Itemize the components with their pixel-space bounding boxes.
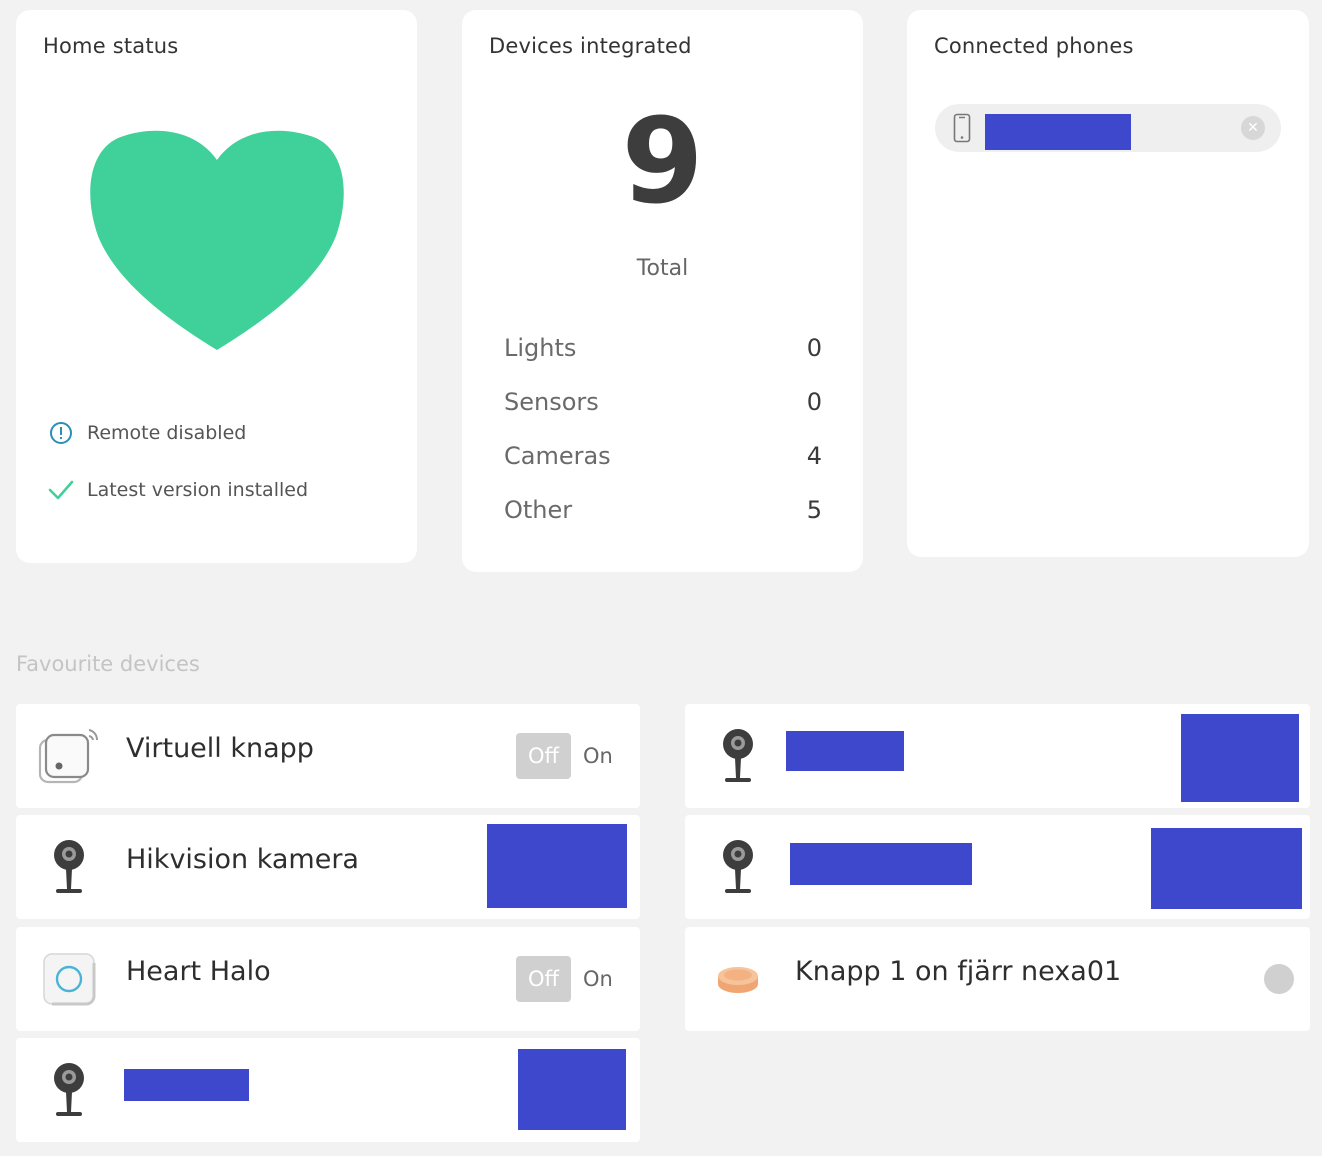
version-status-text: Latest version installed: [87, 479, 309, 501]
version-status: Latest version installed: [48, 477, 308, 503]
camera-icon: [705, 722, 771, 790]
devices-total-label: Total: [636, 256, 689, 281]
devices-total-count: 9: [621, 92, 704, 230]
remove-phone-button[interactable]: ✕: [1241, 116, 1265, 140]
connected-phones-title: Connected phones: [934, 34, 1134, 58]
smartphone-icon: [953, 113, 971, 147]
devices-integrated-title: Devices integrated: [489, 34, 692, 58]
redacted-device-name: [786, 731, 904, 771]
favourite-device-hikvision-kamera[interactable]: Hikvision kamera: [16, 815, 640, 919]
heart-icon: [90, 130, 344, 350]
remote-button-icon: [705, 945, 771, 1013]
on-toggle-button[interactable]: On: [583, 744, 613, 768]
redacted-camera-preview: [1181, 714, 1299, 802]
redacted-camera-preview: [1151, 828, 1302, 909]
device-name: Heart Halo: [126, 956, 271, 987]
count-label: Other: [504, 496, 573, 524]
virtual-button-icon: [36, 722, 102, 790]
redacted-device-name: [124, 1069, 249, 1101]
redacted-camera-preview: [487, 824, 627, 908]
count-label: Lights: [504, 334, 577, 362]
favourite-device-knapp-1[interactable]: Knapp 1 on fjärr nexa01: [685, 927, 1310, 1031]
off-toggle-button[interactable]: Off: [516, 733, 571, 779]
count-value: 4: [806, 442, 822, 470]
count-value: 0: [806, 388, 822, 416]
favourite-device-virtuell-knapp[interactable]: Virtuell knapp Off On: [16, 704, 640, 808]
count-row-cameras: Cameras 4: [504, 442, 822, 470]
redacted-device-name: [790, 843, 972, 885]
count-value: 0: [806, 334, 822, 362]
home-status-title: Home status: [43, 34, 179, 58]
count-row-lights: Lights 0: [504, 334, 822, 362]
on-toggle-button[interactable]: On: [583, 967, 613, 991]
favourite-device-camera[interactable]: [685, 704, 1310, 808]
check-icon: [48, 477, 74, 503]
device-name: Virtuell knapp: [126, 733, 314, 764]
count-row-other: Other 5: [504, 496, 822, 524]
favourite-device-camera[interactable]: [16, 1038, 640, 1142]
device-name: Knapp 1 on fjärr nexa01: [795, 956, 1122, 987]
redacted-camera-preview: [518, 1049, 626, 1130]
home-status-card: Home status Remote disabled Latest versi…: [16, 10, 417, 563]
remote-status-text: Remote disabled: [87, 422, 247, 444]
count-label: Cameras: [504, 442, 611, 470]
favourite-device-heart-halo[interactable]: Heart Halo Off On: [16, 927, 640, 1031]
device-name: Hikvision kamera: [126, 844, 359, 875]
off-toggle-button[interactable]: Off: [516, 956, 571, 1002]
devices-integrated-card: Devices integrated 9 Total Lights 0 Sens…: [462, 10, 863, 572]
info-circle-icon: [48, 420, 74, 446]
favourite-devices-title: Favourite devices: [16, 652, 200, 676]
count-value: 5: [806, 496, 822, 524]
connected-phones-card: Connected phones ✕: [907, 10, 1309, 557]
camera-icon: [36, 1056, 102, 1124]
connected-phone-item[interactable]: ✕: [935, 104, 1281, 152]
count-row-sensors: Sensors 0: [504, 388, 822, 416]
camera-icon: [705, 833, 771, 901]
remote-status: Remote disabled: [48, 420, 246, 446]
halo-icon: [36, 945, 102, 1013]
camera-icon: [36, 833, 102, 901]
count-label: Sensors: [504, 388, 599, 416]
device-state-indicator[interactable]: [1264, 964, 1294, 994]
favourite-device-camera[interactable]: [685, 815, 1310, 919]
redacted-phone-name: [985, 114, 1131, 150]
